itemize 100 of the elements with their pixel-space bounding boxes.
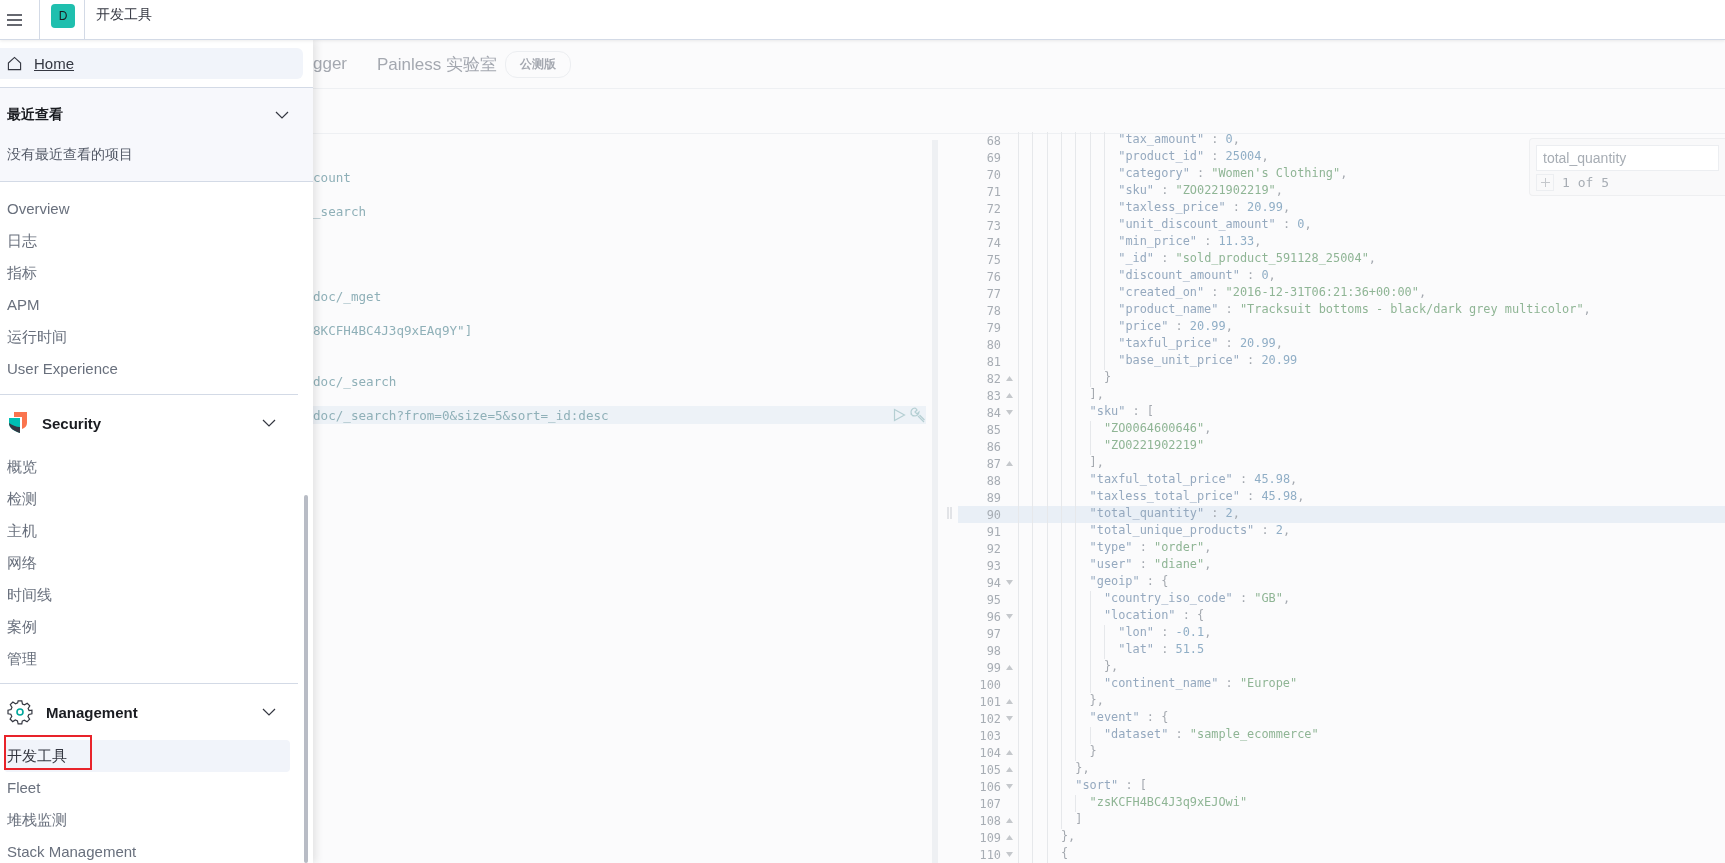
nav-link[interactable]: Stack Management (4, 836, 290, 863)
wrench-icon[interactable] (910, 407, 926, 423)
nav-link[interactable]: 网络 (4, 547, 290, 579)
code-line: "category" : "Women's Clothing", (1018, 166, 1348, 183)
match-count: 1 of 5 (1562, 175, 1609, 190)
nav-link[interactable]: APM (0, 289, 48, 321)
code-line: "price" : 20.99, (1018, 319, 1233, 336)
fold-caret-icon[interactable] (1006, 665, 1013, 670)
section-title: 最近查看 (7, 106, 63, 124)
nav-link[interactable]: Overview (0, 193, 78, 225)
add-button[interactable] (1536, 174, 1554, 191)
line-number: 100 (978, 677, 1001, 692)
beta-badge: 公测版 (505, 50, 571, 78)
fold-caret-icon[interactable] (1006, 699, 1013, 704)
line-number: 75 (985, 252, 1001, 267)
fold-caret-icon[interactable] (1006, 614, 1013, 619)
play-icon[interactable] (893, 408, 906, 422)
empty-message: 没有最近查看的项目 (6, 145, 134, 164)
line-number: 77 (985, 286, 1001, 301)
code-line: "ZO0221902219" (1018, 438, 1205, 455)
nav-link[interactable]: 开发工具 (4, 740, 290, 772)
page-title: 开发工具 (96, 5, 152, 24)
code-line: doc/_search?from=0&size=5&sort=_id:desc (313, 407, 609, 423)
nav-link[interactable]: 案例 (4, 611, 290, 643)
line-number: 72 (985, 201, 1001, 216)
scrollbar[interactable] (304, 495, 308, 863)
fold-caret-icon[interactable] (1006, 818, 1013, 823)
line-number: 84 (985, 405, 1001, 420)
nav-link[interactable]: 时间线 (4, 579, 290, 611)
line-number: 96 (985, 609, 1001, 624)
nav-link[interactable]: 指标 (0, 257, 45, 289)
fold-caret-icon[interactable] (1006, 410, 1013, 415)
code-line: "sku" : [ (1018, 404, 1154, 421)
line-number: 102 (978, 711, 1001, 726)
section-title: Management (46, 703, 139, 721)
line-number: 91 (985, 524, 1001, 539)
code-line: "type" : "order", (1018, 540, 1212, 557)
fold-caret-icon[interactable] (1006, 580, 1013, 585)
fold-caret-icon[interactable] (1006, 461, 1013, 466)
home-icon (7, 56, 22, 71)
code-line: 8KCFH4BC4J3q9xEAq9Y"] (313, 322, 473, 338)
code-line: "country_iso_code" : "GB", (1018, 591, 1291, 608)
line-number: 74 (985, 235, 1001, 250)
code-line: "lat" : 51.5 (1018, 642, 1205, 659)
code-line: { (1018, 846, 1069, 863)
nav-link[interactable]: 主机 (4, 515, 290, 547)
fold-caret-icon[interactable] (1006, 393, 1013, 398)
nav-link[interactable]: 管理 (4, 643, 290, 675)
line-number: 86 (985, 439, 1001, 454)
code-line: "created_on" : "2016-12-31T06:21:36+00:00", (1018, 285, 1427, 302)
nav-link[interactable]: User Experience (0, 353, 126, 385)
line-number: 107 (978, 796, 1001, 811)
line-number: 83 (985, 388, 1001, 403)
code-line: "geoip" : { (1018, 574, 1169, 591)
code-line: } (1018, 370, 1112, 387)
fold-caret-icon[interactable] (1006, 716, 1013, 721)
code-line: "dataset" : "sample_ecommerce" (1018, 727, 1319, 744)
code-line: "lon" : -0.1, (1018, 625, 1212, 642)
code-line: "_id" : "sold_product_591128_25004", (1018, 251, 1376, 268)
code-line: "taxless_total_price" : 45.98, (1018, 489, 1305, 506)
line-number: 92 (985, 541, 1001, 556)
space-avatar[interactable]: D (51, 3, 75, 28)
code-line: "zsKCFH4BC4J3q9xEJOwi" (1018, 795, 1248, 812)
fold-caret-icon[interactable] (1006, 376, 1013, 381)
code-line: "total_quantity" : 2, (1018, 506, 1240, 523)
code-line: "base_unit_price" : 20.99 (1018, 353, 1298, 370)
code-line: ], (1018, 387, 1104, 404)
code-line: "taxful_price" : 20.99, (1018, 336, 1283, 353)
code-line: }, (1018, 829, 1076, 846)
code-line: "location" : { (1018, 608, 1205, 625)
code-line: }, (1018, 659, 1119, 676)
resize-handle-icon[interactable] (946, 506, 952, 519)
code-line: "user" : "diane", (1018, 557, 1212, 574)
nav-link[interactable]: 堆栈监测 (4, 804, 290, 836)
line-number: 81 (985, 354, 1001, 369)
code-line: doc/_mget (313, 288, 382, 304)
code-line: "product_id" : 25004, (1018, 149, 1269, 166)
nav-link[interactable]: 检测 (4, 483, 290, 515)
code-line: count (313, 169, 351, 185)
nav-link[interactable]: 日志 (0, 225, 45, 257)
line-number: 101 (978, 694, 1001, 709)
fold-caret-icon[interactable] (1006, 852, 1013, 857)
fold-caret-icon[interactable] (1006, 767, 1013, 772)
line-number: 71 (985, 184, 1001, 199)
fold-caret-icon[interactable] (1006, 784, 1013, 789)
code-line: "taxful_total_price" : 45.98, (1018, 472, 1298, 489)
section-title: Security (42, 414, 103, 432)
fold-caret-icon[interactable] (1006, 835, 1013, 840)
gear-icon (7, 699, 33, 725)
code-line: } (1018, 744, 1097, 761)
line-number: 90 (985, 507, 1001, 522)
code-line: "taxless_price" : 20.99, (1018, 200, 1291, 217)
nav-link[interactable]: 运行时间 (0, 321, 75, 353)
home-link[interactable]: Home (0, 48, 303, 79)
line-number: 85 (985, 422, 1001, 437)
line-number: 98 (985, 643, 1001, 658)
line-number: 110 (978, 847, 1001, 862)
nav-link[interactable]: Fleet (4, 772, 290, 804)
nav-link[interactable]: 概览 (4, 451, 290, 483)
fold-caret-icon[interactable] (1006, 750, 1013, 755)
